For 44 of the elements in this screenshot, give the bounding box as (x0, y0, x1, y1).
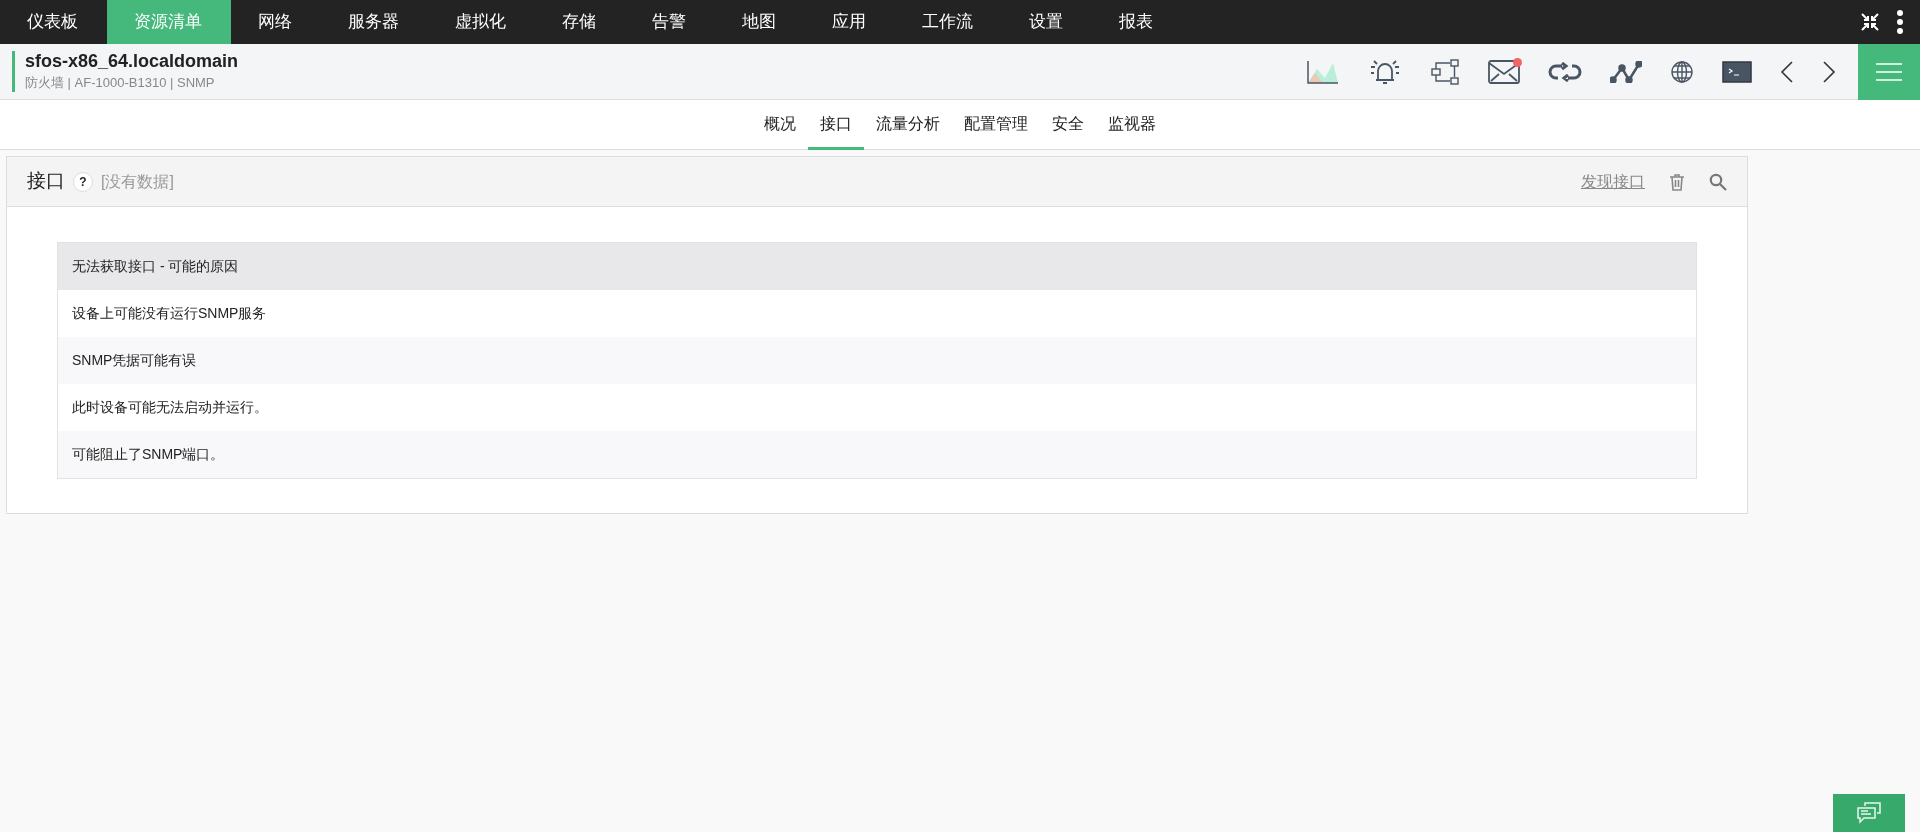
table-cell: SNMP凭据可能有误 (58, 337, 1696, 384)
nav-tab[interactable]: 应用 (805, 0, 895, 44)
sub-tab[interactable]: 配置管理 (952, 100, 1040, 150)
flowchart-icon (1430, 57, 1460, 86)
chevron-right-icon (1822, 59, 1836, 84)
menu-icon (1876, 62, 1902, 81)
table-cell-text: 设备上可能没有运行SNMP服务 (71, 304, 268, 323)
nav-tab[interactable]: 告警 (625, 0, 715, 44)
search-icon[interactable] (1709, 172, 1727, 191)
chevron-left-icon (1780, 59, 1794, 84)
sub-tab[interactable]: 安全 (1040, 100, 1096, 150)
mail-icon (1488, 58, 1520, 85)
sub-tab[interactable]: 概况 (752, 100, 808, 150)
nav-tab[interactable]: 地图 (715, 0, 805, 44)
nav-tab[interactable]: 存储 (535, 0, 625, 44)
table-cell: 可能阻止了SNMP端口。 (58, 431, 1696, 478)
nav-tab[interactable]: 设置 (1002, 0, 1092, 44)
sub-tab[interactable]: 流量分析 (864, 100, 952, 150)
device-name: sfos-x86_64.localdomain (25, 50, 239, 73)
sub-tab[interactable]: 监视器 (1096, 100, 1168, 150)
chat-icon (1856, 801, 1882, 825)
nav-tab[interactable]: 服务器 (321, 0, 428, 44)
notification-dot (1513, 57, 1522, 67)
chart-icon (1306, 58, 1340, 85)
status-text: [没有数据] (101, 171, 174, 192)
help-icon[interactable]: ? (73, 171, 93, 192)
nav-tab[interactable]: 仪表板 (0, 0, 107, 44)
bell-icon (1368, 57, 1402, 86)
terminal-icon (1722, 60, 1752, 83)
table-cell-text: 此时设备可能无法启动并运行。 (71, 398, 269, 417)
loop-icon (1548, 61, 1582, 82)
globe-icon (1670, 59, 1694, 84)
line-graph-icon (1610, 60, 1642, 83)
delete-icon[interactable] (1669, 172, 1685, 191)
more-icon[interactable] (1896, 10, 1904, 34)
table-header: 无法获取接口 - 可能的原因 (58, 243, 1696, 290)
nav-tab[interactable]: 网络 (231, 0, 321, 44)
nav-tab[interactable]: 虚拟化 (428, 0, 535, 44)
panel-title: 接口 (27, 169, 65, 194)
nav-tab[interactable]: 报表 (1092, 0, 1182, 44)
sub-tab[interactable]: 接口 (808, 100, 864, 150)
collapse-icon[interactable] (1860, 12, 1880, 32)
nav-tab[interactable]: 工作流 (895, 0, 1002, 44)
device-details: 防火墙 | AF-1000-B1310 | SNMP (25, 73, 216, 92)
